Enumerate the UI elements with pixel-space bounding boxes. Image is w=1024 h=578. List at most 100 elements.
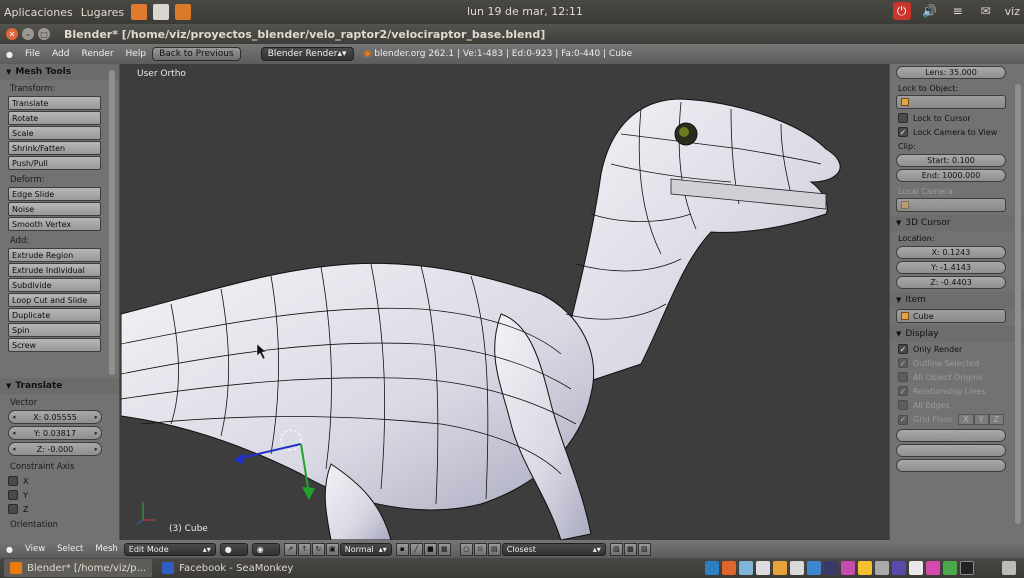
launcher-13-icon[interactable] (909, 561, 923, 575)
task-blender[interactable]: Blender* [/home/viz/p... (4, 559, 153, 577)
duplicate-button[interactable]: Duplicate (8, 308, 101, 322)
display-panel-header[interactable]: ▼ Display (890, 326, 1024, 342)
editor-type-icon[interactable]: ● (0, 50, 19, 59)
clip-end-field[interactable]: End: 1000.000 (896, 169, 1006, 182)
text-editor-icon[interactable] (153, 4, 170, 20)
vector-y-field[interactable]: Y: 0.03817 (8, 426, 102, 440)
applications-menu[interactable]: Aplicaciones (0, 6, 77, 19)
item-panel-header[interactable]: ▼ Item (890, 292, 1024, 308)
maximize-window-icon[interactable]: □ (38, 28, 50, 40)
minimize-window-icon[interactable]: – (22, 28, 34, 40)
places-menu[interactable]: Lugares (77, 6, 128, 19)
launcher-14-icon[interactable] (926, 561, 940, 575)
manipulator-toggle-icon[interactable]: ↗ (283, 542, 297, 556)
render-engine-dropdown[interactable]: Blender Render ▴▾ (260, 47, 354, 61)
translate-operator-header[interactable]: ▼ Translate (0, 378, 119, 394)
snap-element-icon[interactable]: ▤ (487, 542, 501, 556)
launcher-11-icon[interactable] (875, 561, 889, 575)
edge-slide-button[interactable]: Edge Slide (8, 187, 101, 201)
file-manager-icon[interactable] (175, 4, 192, 20)
menu-add[interactable]: Add (46, 49, 75, 59)
menu-mesh[interactable]: Mesh (89, 544, 123, 554)
menu-render[interactable]: Render (75, 49, 119, 59)
properties-scrollbar[interactable] (1015, 84, 1021, 524)
local-camera-field[interactable]: Camera (896, 198, 1006, 212)
user-name[interactable]: viz (1005, 5, 1020, 18)
close-window-icon[interactable]: ✕ (6, 28, 18, 40)
extrude-region-button[interactable]: Extrude Region (8, 248, 101, 262)
grid-axis-y-toggle[interactable]: Y (973, 414, 989, 425)
menu-file[interactable]: File (19, 49, 46, 59)
vector-z-field[interactable]: Z: -0.000 (8, 442, 102, 456)
constraint-y-checkbox[interactable]: Y (0, 488, 119, 502)
constraint-x-checkbox[interactable]: X (0, 474, 119, 488)
launcher-6-icon[interactable] (790, 561, 804, 575)
vector-x-field[interactable]: X: 0.05555 (8, 410, 102, 424)
snap-align-icon[interactable]: ▧ (609, 542, 623, 556)
push-pull-button[interactable]: Push/Pull (8, 156, 101, 170)
outline-selected-checkbox[interactable]: ✓ Outline Selected (890, 356, 1024, 370)
task-seamonkey[interactable]: Facebook - SeaMonkey (156, 559, 299, 577)
pivot-point-dropdown[interactable]: ◉ (251, 542, 280, 556)
launcher-3-icon[interactable] (739, 561, 753, 575)
volume-icon[interactable]: 🔊 (921, 2, 939, 20)
launcher-10-icon[interactable] (858, 561, 872, 575)
menu-help[interactable]: Help (120, 49, 153, 59)
editor-type-icon[interactable]: ● (0, 545, 19, 554)
snap-target-dropdown[interactable]: Closest ▴▾ (501, 542, 606, 556)
rotate-button[interactable]: Rotate (8, 111, 101, 125)
item-name-field[interactable]: Cube (896, 309, 1006, 323)
render-animation-icon[interactable]: ▨ (637, 542, 651, 556)
only-render-checkbox[interactable]: ✓ Only Render (890, 342, 1024, 356)
launcher-5-icon[interactable] (773, 561, 787, 575)
messages-icon[interactable]: ✉ (977, 2, 995, 20)
lock-to-object-field[interactable] (896, 95, 1006, 109)
menu-view[interactable]: View (19, 544, 51, 554)
all-edges-checkbox[interactable]: All Edges (890, 398, 1024, 412)
gizmo-x-arrow[interactable] (233, 453, 245, 464)
snap-toggle-icon[interactable]: ⊙ (473, 542, 487, 556)
vertex-select-icon[interactable]: ▪ (395, 542, 409, 556)
cursor-z-field[interactable]: Z: -0.4403 (896, 276, 1006, 289)
lens-field[interactable]: Lens: 35.000 (896, 66, 1006, 79)
translate-button[interactable]: Translate (8, 96, 101, 110)
grid-floor-checkbox[interactable]: ✓ Grid Floor X Y Z (890, 412, 1024, 427)
launcher-15-icon[interactable] (943, 561, 957, 575)
grid-axis-x-toggle[interactable]: X (958, 414, 974, 425)
firefox-icon[interactable] (722, 561, 736, 575)
all-object-origins-checkbox[interactable]: All Object Origins (890, 370, 1024, 384)
extrude-individual-button[interactable]: Extrude Individual (8, 263, 101, 277)
cursor-y-field[interactable]: Y: -1.4143 (896, 261, 1006, 274)
spin-button[interactable]: Spin (8, 323, 101, 337)
grid-lines-field[interactable]: Lines: 16 (896, 429, 1006, 442)
launcher-1-icon[interactable] (705, 561, 719, 575)
back-to-previous-button[interactable]: Back to Previous (152, 47, 241, 61)
smooth-vertex-button[interactable]: Smooth Vertex (8, 217, 101, 231)
mode-dropdown[interactable]: Edit Mode ▴▾ (123, 542, 216, 556)
launcher-8-icon[interactable] (824, 561, 838, 575)
translate-manipulator-icon[interactable]: ↑ (297, 542, 311, 556)
clock[interactable]: lun 19 de mar, 12:11 (467, 5, 583, 18)
subdivide-button[interactable]: Subdivide (8, 278, 101, 292)
3d-cursor-panel-header[interactable]: ▼ 3D Cursor (890, 215, 1024, 231)
viewport-shading-dropdown[interactable]: ● (219, 542, 248, 556)
power-icon[interactable]: ⏻ (892, 2, 911, 20)
render-preview-icon[interactable]: ▩ (623, 542, 637, 556)
launcher-4-icon[interactable] (756, 561, 770, 575)
edge-select-icon[interactable]: ╱ (409, 542, 423, 556)
rotate-manipulator-icon[interactable]: ↻ (311, 542, 325, 556)
constraint-z-checkbox[interactable]: Z (0, 502, 119, 516)
launcher-7-icon[interactable] (807, 561, 821, 575)
gizmo-y-arrow[interactable] (302, 487, 315, 500)
proportional-edit-icon[interactable]: ○ (459, 542, 473, 556)
occlude-geometry-icon[interactable]: ▦ (437, 542, 451, 556)
noise-button[interactable]: Noise (8, 202, 101, 216)
lock-to-cursor-checkbox[interactable]: Lock to Cursor (890, 111, 1024, 125)
grid-subdivisions-field[interactable]: Subdivisions: 10 (896, 459, 1006, 472)
grid-axis-z-toggle[interactable]: Z (988, 414, 1005, 425)
grid-scale-field[interactable]: Scale: 1.000 (896, 444, 1006, 457)
menu-select[interactable]: Select (51, 544, 89, 554)
3d-viewport[interactable]: User Ortho (3) Cube (121, 64, 889, 540)
transform-orientation-dropdown[interactable]: Normal ▴▾ (339, 542, 392, 556)
tool-shelf-scrollbar[interactable] (109, 70, 115, 375)
